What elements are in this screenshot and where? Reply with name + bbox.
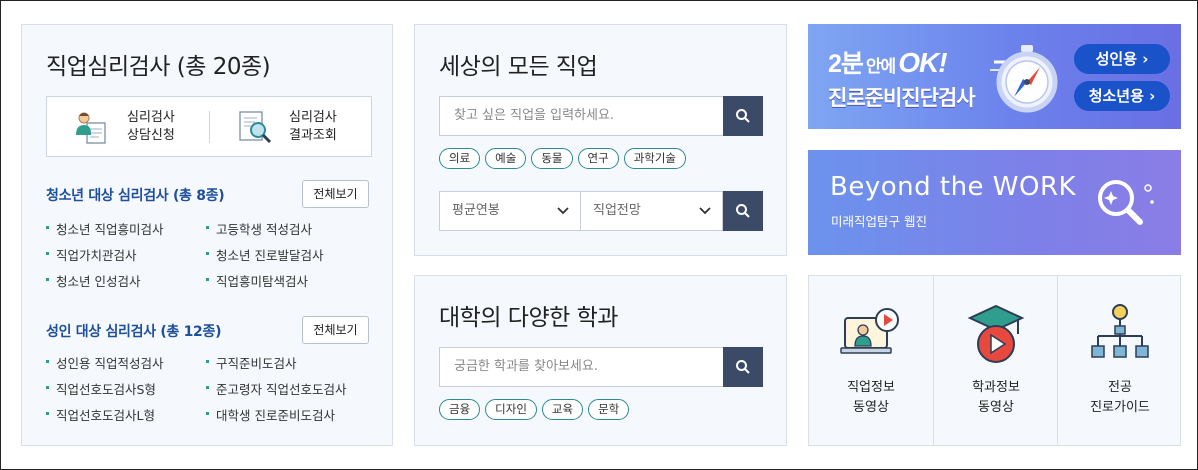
tag-chip[interactable]: 디자인 — [485, 399, 537, 420]
major-video-label-line1: 학과정보 — [972, 380, 1020, 395]
guide-label-line2: 진로가이드 — [1090, 400, 1150, 415]
services-box: 심리검사 상담신청 심리검사 결과조회 — [46, 96, 372, 157]
adult-test-button[interactable]: 성인용 › — [1074, 44, 1170, 74]
youth-view-all-button[interactable]: 전체보기 — [302, 180, 369, 208]
job-search-input[interactable]: 찾고 싶은 직업을 입력하세요. — [439, 96, 723, 136]
tag-chip[interactable]: 연구 — [577, 148, 619, 169]
list-item[interactable]: 청소년 인성검사 — [46, 271, 206, 290]
banner-headline-a: 2분 — [828, 50, 864, 78]
youth-tests-title: 청소년 대상 심리검사 (총 8종) — [46, 188, 225, 204]
majors-panel: 대학의 다양한 학과 궁금한 학과를 찾아보세요. 금융 디자인 교육 문학 — [414, 275, 787, 446]
chevron-down-icon — [557, 207, 569, 215]
youth-tests-list: 청소년 직업흥미검사 고등학생 적성검사 직업가치관검사 청소년 진로발달검사 … — [46, 219, 376, 290]
youth-test-button[interactable]: 청소년용 › — [1074, 81, 1170, 111]
job-search: 찾고 싶은 직업을 입력하세요. — [439, 96, 763, 136]
outlook-select[interactable]: 직업전망 — [581, 191, 723, 231]
career-readiness-banner[interactable]: 2분 안에 OK! 진로준비진단검사 성인용 › 청소년용 › — [808, 24, 1181, 129]
major-search: 궁금한 학과를 찾아보세요. — [439, 347, 763, 387]
banner-headline-c: OK! — [898, 47, 947, 78]
list-item[interactable]: 직업선호도검사L형 — [46, 405, 206, 424]
search-icon — [736, 360, 750, 374]
adult-tests-title: 성인 대상 심리검사 (총 12종) — [46, 324, 222, 340]
job-tags: 의료 예술 동물 연구 과학기술 — [439, 148, 687, 169]
jobs-panel: 세상의 모든 직업 찾고 싶은 직업을 입력하세요. 의료 예술 동물 연구 과… — [414, 24, 787, 256]
majors-title: 대학의 다양한 학과 — [439, 305, 618, 331]
stopwatch-compass-icon — [990, 45, 1058, 113]
beyond-the-work-banner[interactable]: Beyond the WORK 미래직업탐구 웹진 — [808, 150, 1181, 255]
major-career-guide-link[interactable]: 전공 진로가이드 — [1057, 276, 1181, 445]
counsel-label-line2: 상담신청 — [127, 127, 175, 143]
list-item[interactable]: 직업선호도검사S형 — [46, 379, 206, 398]
banner-headline: 2분 안에 OK! — [828, 44, 948, 80]
banner-headline-b: 안에 — [865, 57, 896, 76]
document-search-icon — [239, 110, 272, 143]
tag-chip[interactable]: 문학 — [588, 399, 630, 420]
job-video-label-line1: 직업정보 — [847, 380, 895, 395]
salary-select[interactable]: 평균연봉 — [439, 191, 581, 231]
job-video-label-line2: 동영상 — [853, 400, 889, 415]
magnifier-sparkle-icon — [1098, 180, 1154, 225]
beyond-work-title: Beyond the WORK — [830, 172, 1077, 202]
adult-view-all-button[interactable]: 전체보기 — [302, 316, 369, 344]
list-item[interactable]: 고등학생 적성검사 — [206, 219, 376, 238]
list-item[interactable]: 직업가치관검사 — [46, 245, 206, 264]
divider — [209, 111, 210, 143]
adult-tests-list: 성인용 직업적성검사 구직준비도검사 직업선호도검사S형 준고령자 직업선호도검… — [46, 353, 376, 424]
salary-select-label: 평균연봉 — [452, 203, 500, 218]
major-search-button[interactable] — [723, 347, 763, 387]
result-label-line1: 심리검사 — [289, 109, 337, 125]
beyond-work-subtitle: 미래직업탐구 웹진 — [831, 214, 927, 229]
chevron-down-icon — [699, 207, 711, 215]
job-search-button[interactable] — [723, 96, 763, 136]
counsel-label-line1: 심리검사 — [127, 109, 175, 125]
video-lecture-icon — [840, 308, 899, 354]
video-links-panel: 직업정보 동영상 학과정보 동영상 전공 진로가이드 — [808, 275, 1181, 446]
major-video-label-line2: 동영상 — [978, 400, 1014, 415]
major-tags: 금융 디자인 교육 문학 — [439, 399, 630, 420]
tag-chip[interactable]: 금융 — [439, 399, 481, 420]
jobs-title: 세상의 모든 직업 — [439, 54, 598, 80]
result-lookup-button[interactable]: 심리검사 결과조회 — [237, 97, 367, 156]
list-item[interactable]: 대학생 진로준비도검사 — [206, 405, 376, 424]
counsel-request-button[interactable]: 심리검사 상담신청 — [75, 97, 205, 156]
outlook-select-label: 직업전망 — [593, 203, 641, 218]
list-item[interactable]: 청소년 진로발달검사 — [206, 245, 376, 264]
search-icon — [736, 204, 750, 218]
psych-tests-title: 직업심리검사 (총 20종) — [46, 54, 271, 80]
job-filter-search-button[interactable] — [723, 191, 763, 231]
tag-chip[interactable]: 동물 — [531, 148, 573, 169]
list-item[interactable]: 직업흥미탐색검사 — [206, 271, 376, 290]
banner-subheadline: 진로준비진단검사 — [828, 86, 976, 110]
job-video-link[interactable]: 직업정보 동영상 — [809, 276, 933, 445]
tag-chip[interactable]: 교육 — [541, 399, 584, 420]
major-search-input[interactable]: 궁금한 학과를 찾아보세요. — [439, 347, 723, 387]
major-video-link[interactable]: 학과정보 동영상 — [933, 276, 1057, 445]
search-icon — [736, 109, 750, 123]
tag-chip[interactable]: 예술 — [485, 148, 527, 169]
tag-chip[interactable]: 의료 — [439, 148, 481, 169]
list-item[interactable]: 구직준비도검사 — [206, 353, 376, 372]
counselor-icon — [76, 112, 106, 144]
hierarchy-icon — [1091, 304, 1149, 358]
tag-chip[interactable]: 과학기술 — [623, 148, 687, 169]
guide-label-line1: 전공 — [1108, 380, 1132, 395]
result-label-line2: 결과조회 — [289, 127, 337, 143]
list-item[interactable]: 성인용 직업적성검사 — [46, 353, 206, 372]
list-item[interactable]: 준고령자 직업선호도검사 — [206, 379, 376, 398]
graduation-play-icon — [967, 304, 1025, 363]
list-item[interactable]: 청소년 직업흥미검사 — [46, 219, 206, 238]
job-filter-row: 평균연봉 직업전망 — [439, 191, 763, 231]
psych-tests-panel: 직업심리검사 (총 20종) 심리검사 상담신청 심리검사 결과조회 청소년 대… — [21, 24, 393, 446]
